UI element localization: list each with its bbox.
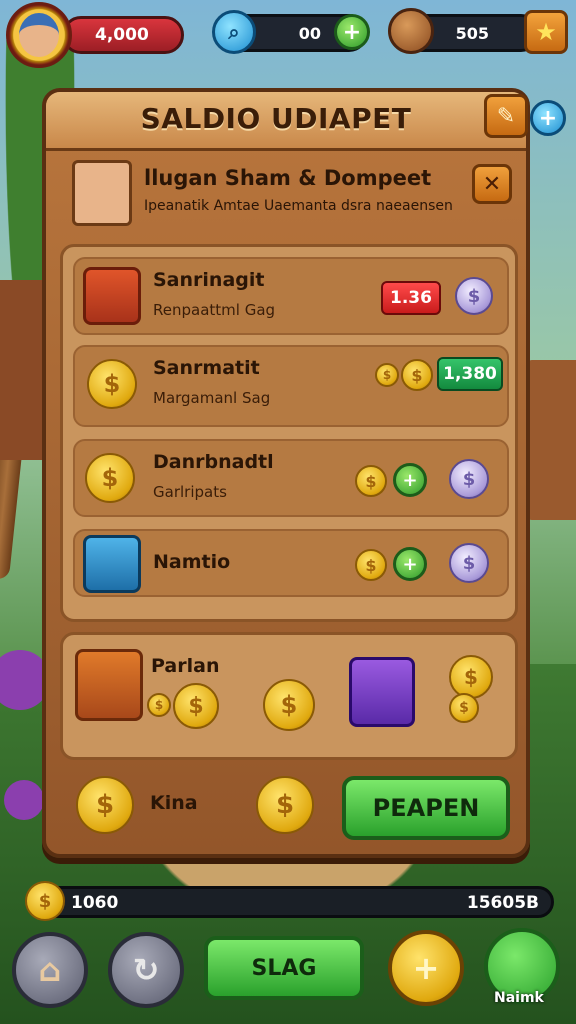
currency-bar: $ 1060 15605B bbox=[25, 881, 554, 921]
row-title: Danrbnadtl bbox=[153, 451, 274, 473]
list-item[interactable]: Namtio $ + $ bbox=[73, 529, 509, 597]
bottom-label: Kina bbox=[150, 792, 198, 814]
flower-decoration bbox=[4, 780, 44, 820]
gold-coin-icon: $ bbox=[87, 359, 137, 409]
bottom-action-row: $ Kina $ PEAPEN bbox=[60, 768, 518, 848]
gold-coin-icon: $ bbox=[401, 359, 433, 391]
list-item[interactable]: Sanrinagit Renpaattml Gag 1.36 $ bbox=[73, 257, 509, 335]
player-score-pill: 4,000 bbox=[62, 16, 184, 54]
gold-coin-icon: $ bbox=[449, 693, 479, 723]
panel-header: SALDIO UDIAPET ✎ bbox=[46, 92, 528, 151]
row-title: Namtio bbox=[153, 551, 231, 573]
gold-coin-icon: $ bbox=[355, 465, 387, 497]
panel-title: SALDIO UDIAPET bbox=[140, 102, 412, 135]
search-icon[interactable]: ⌕ bbox=[212, 10, 256, 54]
silver-coin-icon: $ bbox=[449, 459, 489, 499]
gold-coin-icon: $ bbox=[173, 683, 219, 729]
player-score: 4,000 bbox=[95, 25, 149, 45]
list-item[interactable]: $ Sanrmatit Margamanl Sag $ $ 1,380 bbox=[73, 345, 509, 427]
home-icon[interactable]: ⌂ bbox=[12, 932, 88, 1008]
add-button[interactable]: + bbox=[530, 100, 566, 136]
slag-button[interactable]: SLAG bbox=[204, 936, 364, 1000]
row-subtitle: Garlripats bbox=[153, 483, 227, 501]
gold-coin-icon: $ bbox=[85, 453, 135, 503]
avatar-face bbox=[19, 13, 59, 57]
wallet-panel: SALDIO UDIAPET ✎ llugan Sham & Dompeet I… bbox=[42, 88, 530, 858]
add-coins-button[interactable]: + bbox=[388, 930, 464, 1006]
confirm-button[interactable]: PEAPEN bbox=[342, 776, 510, 840]
row-title: Sanrinagit bbox=[153, 269, 265, 291]
character-avatar-icon bbox=[83, 535, 141, 593]
list-item[interactable]: $ Danrbnadtl Garlripats $ + $ bbox=[73, 439, 509, 517]
top-hud: 4,000 00 ⌕ + 505 ★ bbox=[0, 0, 576, 68]
row-subtitle: Renpaattml Gag bbox=[153, 301, 276, 319]
coins-count: 505 bbox=[455, 23, 489, 43]
gems-count: 00 bbox=[298, 23, 321, 43]
gold-coin-icon: $ bbox=[355, 549, 387, 581]
rewards-title: Parlan bbox=[151, 655, 220, 677]
star-button[interactable]: ★ bbox=[524, 10, 568, 54]
coin-bag-icon bbox=[388, 8, 434, 54]
silver-coin-icon: $ bbox=[455, 277, 493, 315]
row-subtitle: Margamanl Sag bbox=[153, 389, 271, 407]
coin-chest-icon bbox=[75, 649, 143, 721]
profile-avatar bbox=[72, 160, 132, 226]
hut-right bbox=[526, 360, 576, 520]
price-tag[interactable]: 1,380 bbox=[437, 357, 503, 391]
close-button[interactable]: ✕ bbox=[472, 164, 512, 204]
rewards-box: Parlan $ $ $ $ $ bbox=[60, 632, 518, 760]
row-title: Sanrmatit bbox=[153, 357, 260, 379]
gold-coin-icon: $ bbox=[25, 881, 65, 921]
gold-coin-icon: $ bbox=[449, 655, 493, 699]
add-button[interactable]: + bbox=[393, 463, 427, 497]
bar-right-value: 15605B bbox=[466, 893, 539, 913]
edit-button[interactable]: ✎ bbox=[484, 94, 528, 138]
player-avatar[interactable] bbox=[6, 2, 72, 68]
purple-coin-chest-icon bbox=[349, 657, 415, 727]
silver-coin-icon: $ bbox=[449, 543, 489, 583]
add-gems-button[interactable]: + bbox=[334, 14, 370, 50]
gold-coin-icon: $ bbox=[76, 776, 134, 834]
bar-left-value: 1060 bbox=[71, 893, 119, 913]
gold-coin-icon: $ bbox=[147, 693, 171, 717]
add-button[interactable]: + bbox=[393, 547, 427, 581]
card-icon bbox=[83, 267, 141, 325]
profile-row: llugan Sham & Dompeet Ipeanatik Amtae Ua… bbox=[68, 160, 512, 232]
refresh-icon[interactable]: ↻ bbox=[108, 932, 184, 1008]
profile-description: Ipeanatik Amtae Uaemanta dsra naeaensen bbox=[144, 198, 453, 214]
gold-coin-icon: $ bbox=[375, 363, 399, 387]
profile-name: llugan Sham & Dompeet bbox=[144, 166, 432, 190]
gold-coin-icon: $ bbox=[263, 679, 315, 731]
offer-list: Sanrinagit Renpaattml Gag 1.36 $ $ Sanrm… bbox=[60, 244, 518, 622]
price-tag[interactable]: 1.36 bbox=[381, 281, 441, 315]
shop-label: Naimk bbox=[494, 990, 544, 1006]
gold-coin-icon: $ bbox=[256, 776, 314, 834]
